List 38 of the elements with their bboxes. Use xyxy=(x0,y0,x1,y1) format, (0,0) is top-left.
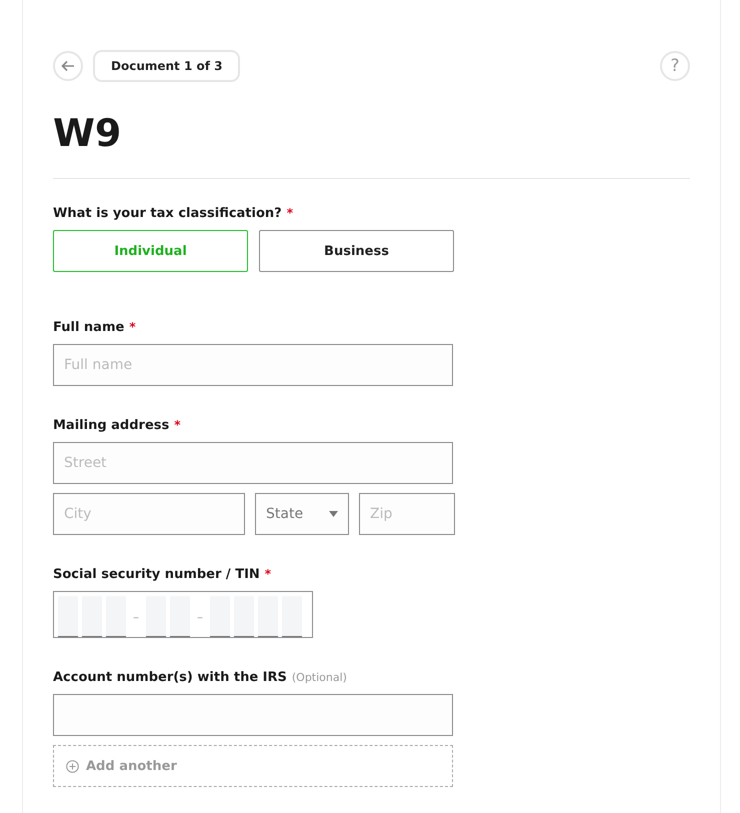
digit-box[interactable] xyxy=(58,596,78,637)
classification-option[interactable]: Business xyxy=(259,230,454,272)
full-name-field[interactable]: Full name xyxy=(53,344,453,386)
required-asterisk: * xyxy=(129,320,136,334)
page-title: W9 xyxy=(53,110,122,157)
digit-box[interactable] xyxy=(210,596,230,637)
help-button[interactable]: ? xyxy=(660,51,690,81)
caret-icon xyxy=(329,511,338,517)
dash-separator: – xyxy=(132,610,140,624)
account-number-field[interactable] xyxy=(53,694,453,736)
digit-box[interactable] xyxy=(234,596,254,637)
optional-note: (Optional) xyxy=(292,671,347,684)
digit-box[interactable] xyxy=(170,596,190,637)
field-label: Account number(s) with the IRS xyxy=(53,670,287,685)
digit-box[interactable] xyxy=(258,596,278,637)
add-another-button[interactable]: Add another xyxy=(53,745,453,787)
document-counter[interactable]: Document 1 of 3 xyxy=(93,50,240,82)
plus-circle-icon xyxy=(66,760,79,772)
required-asterisk: * xyxy=(264,567,272,581)
required-asterisk: * xyxy=(174,418,181,432)
classification-option[interactable]: Individual xyxy=(53,230,248,272)
field-label: Mailing address xyxy=(53,418,170,433)
field-label: Full name xyxy=(53,320,124,335)
zip-field[interactable]: Zip xyxy=(359,493,455,535)
dash-separator: – xyxy=(196,610,204,624)
required-asterisk: * xyxy=(286,206,293,220)
back-button[interactable] xyxy=(53,51,83,81)
field-label: Social security number / TIN xyxy=(53,567,260,582)
city-field[interactable]: City xyxy=(53,493,245,535)
digit-box[interactable] xyxy=(106,596,126,637)
digit-box[interactable] xyxy=(82,596,102,637)
field-label: What is your tax classification? xyxy=(53,206,282,221)
street-field[interactable]: Street xyxy=(53,442,453,484)
state-dropdown[interactable]: State xyxy=(255,493,349,535)
ssn-field[interactable]: – – xyxy=(53,591,313,638)
digit-box[interactable] xyxy=(282,596,302,637)
digit-box[interactable] xyxy=(146,596,166,637)
arrow-left-icon xyxy=(61,60,75,72)
